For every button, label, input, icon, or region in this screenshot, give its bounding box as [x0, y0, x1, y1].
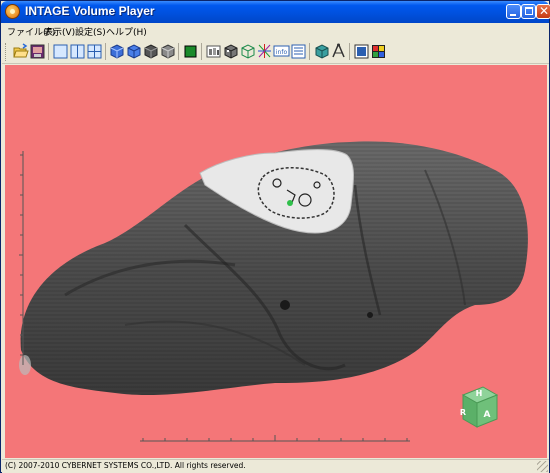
properties-panel-button[interactable]	[290, 42, 307, 60]
menu-help[interactable]: ヘルプ(H)	[106, 25, 147, 38]
render-mode-4-icon	[161, 44, 175, 59]
toolbar-grip[interactable]	[5, 43, 8, 61]
layout-single-button[interactable]	[52, 42, 69, 60]
toolbar-separator	[48, 43, 49, 60]
status-copyright: (C) 2007-2010 CYBERNET SYSTEMS CO.,LTD. …	[5, 461, 246, 470]
info-icon: info	[273, 45, 290, 57]
volume-render-viewport[interactable]: H R A	[5, 65, 547, 458]
clip-plane-icon	[206, 45, 221, 58]
volume-box-icon	[224, 44, 238, 59]
svg-text:info: info	[276, 49, 288, 56]
resize-grip[interactable]	[537, 461, 548, 472]
volume-dark-spot	[367, 312, 373, 318]
orientation-cube-button[interactable]	[313, 42, 330, 60]
cross-section-marker	[287, 200, 293, 206]
color-palette-icon	[372, 45, 385, 58]
window-title: INTAGE Volume Player	[25, 4, 155, 18]
background-color-button[interactable]	[182, 42, 199, 60]
layout-four-view-icon	[87, 44, 102, 59]
light-icon	[258, 44, 271, 58]
orientation-label-top: H	[476, 389, 483, 398]
orientation-label-left: R	[460, 408, 466, 417]
open-file-icon	[13, 43, 29, 58]
background-color-icon	[184, 45, 197, 58]
render-mode-3-button[interactable]	[142, 42, 159, 60]
screenshot-icon	[354, 44, 369, 59]
wireframe-box-button[interactable]	[239, 42, 256, 60]
toolbar-separator	[349, 43, 350, 60]
render-mode-1-icon	[110, 44, 124, 59]
clip-plane-button[interactable]	[205, 42, 222, 60]
minimize-icon	[510, 14, 516, 16]
title-bar[interactable]: INTAGE Volume Player ✕	[1, 1, 550, 23]
render-mode-4-button[interactable]	[159, 42, 176, 60]
save-image-icon	[30, 44, 45, 59]
horizontal-scale-ruler	[140, 435, 410, 442]
measure-button[interactable]	[330, 42, 347, 60]
render-mode-3-icon	[144, 44, 158, 59]
toolbar-separator	[201, 43, 202, 60]
volume-render-canvas[interactable]: H R A	[5, 65, 547, 458]
toolbar-separator	[105, 43, 106, 60]
volume-highlight	[19, 355, 31, 375]
menu-view[interactable]: 表示(V)	[44, 25, 75, 38]
minimize-button[interactable]	[506, 4, 521, 19]
orientation-cube[interactable]: H R A	[460, 386, 499, 428]
app-window: INTAGE Volume Player ✕ ファイル(F) 表示(V) 設定(…	[0, 0, 550, 473]
save-image-button[interactable]	[29, 42, 46, 60]
render-mode-2-button[interactable]	[125, 42, 142, 60]
volume-box-button[interactable]	[222, 42, 239, 60]
measure-icon	[332, 43, 345, 58]
color-palette-button[interactable]	[370, 42, 387, 60]
info-button[interactable]: info	[273, 42, 290, 60]
toolbar-separator	[309, 43, 310, 60]
orientation-label-front: A	[484, 410, 491, 420]
light-button[interactable]	[256, 42, 273, 60]
orientation-cube-icon	[315, 44, 329, 59]
toolbar-separator	[178, 43, 179, 60]
menu-bar: ファイル(F) 表示(V) 設定(S) ヘルプ(H)	[2, 23, 549, 40]
menu-settings[interactable]: 設定(S)	[75, 25, 106, 38]
toolbar: info	[2, 40, 549, 64]
app-icon[interactable]	[5, 4, 20, 19]
layout-two-view-icon	[70, 44, 85, 59]
render-mode-2-icon	[127, 44, 141, 59]
close-icon: ✕	[539, 4, 550, 18]
maximize-button[interactable]	[521, 4, 536, 19]
open-file-button[interactable]	[12, 42, 29, 60]
render-mode-1-button[interactable]	[108, 42, 125, 60]
maximize-icon	[525, 7, 533, 15]
properties-panel-icon	[291, 44, 306, 59]
status-bar: (C) 2007-2010 CYBERNET SYSTEMS CO.,LTD. …	[2, 459, 549, 473]
screenshot-button[interactable]	[353, 42, 370, 60]
layout-four-button[interactable]	[86, 42, 103, 60]
layout-single-view-icon	[53, 44, 68, 59]
wireframe-box-icon	[241, 44, 255, 59]
volume-dark-spot	[280, 300, 290, 310]
close-button[interactable]: ✕	[536, 4, 550, 19]
layout-two-button[interactable]	[69, 42, 86, 60]
